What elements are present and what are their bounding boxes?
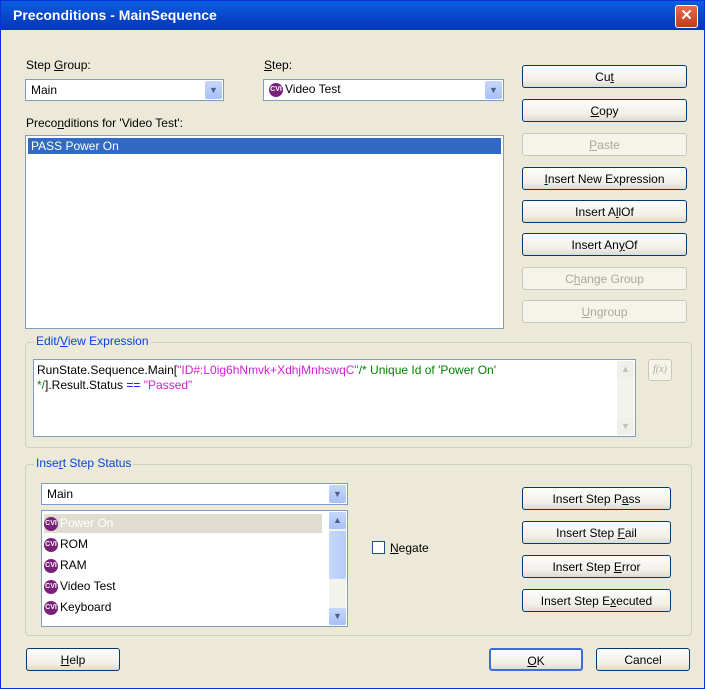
step-list-item[interactable]: CVI RAM — [44, 556, 322, 575]
edit-view-expression-label: Edit/View Expression — [34, 334, 151, 348]
insert-allof-button[interactable]: Insert AllOf — [522, 200, 687, 223]
cvi-step-icon: CVI — [44, 537, 58, 552]
insert-step-executed-button[interactable]: Insert Step Executed — [522, 589, 671, 612]
cvi-step-icon: CVI — [44, 558, 58, 573]
expression-text[interactable]: RunState.Sequence.Main["ID#:L0ig6hNmvk+X… — [37, 363, 612, 393]
preconditions-label: Preconditions for 'Video Test': — [26, 116, 183, 130]
close-icon: ✕ — [680, 7, 693, 24]
scroll-down-icon[interactable]: ▼ — [617, 418, 634, 435]
insert-anyof-button[interactable]: Insert AnyOf — [522, 233, 687, 256]
chevron-down-icon[interactable]: ▼ — [329, 485, 346, 503]
step-group-label: Step Group: — [26, 58, 91, 72]
scroll-thumb[interactable] — [329, 531, 346, 579]
help-button[interactable]: Help — [26, 648, 120, 671]
expression-scrollbar[interactable]: ▲ ▼ — [617, 361, 634, 435]
negate-label[interactable]: Negate — [390, 541, 429, 555]
step-list-item[interactable]: CVI ROM — [44, 535, 322, 554]
step-dropdown[interactable]: CVI Video Test ▼ — [263, 79, 504, 101]
step-list-item-label: Power On — [60, 516, 114, 530]
cut-button[interactable]: Cut — [522, 65, 687, 88]
step-list-item[interactable]: CVI Power On — [44, 514, 322, 533]
cancel-button[interactable]: Cancel — [596, 648, 690, 671]
step-list-item-label: Video Test — [60, 579, 116, 593]
step-list-item-label: ROM — [60, 537, 88, 551]
chevron-down-icon[interactable]: ▼ — [485, 81, 502, 99]
close-button[interactable]: ✕ — [675, 5, 698, 28]
scroll-up-icon[interactable]: ▲ — [329, 512, 346, 529]
step-group-dropdown[interactable]: Main ▼ — [25, 79, 224, 101]
scroll-up-icon[interactable]: ▲ — [617, 361, 634, 378]
window-title: Preconditions - MainSequence — [13, 7, 217, 23]
step-status-group-value: Main — [47, 487, 74, 501]
step-group-value: Main — [31, 83, 58, 97]
step-list-item[interactable]: CVI Keyboard — [44, 598, 322, 617]
ungroup-button[interactable]: Ungroup — [522, 300, 687, 323]
preconditions-dialog: Preconditions - MainSequence ✕ Step Grou… — [0, 0, 705, 689]
cvi-step-icon: CVI — [44, 579, 58, 594]
step-list-item-label: Keyboard — [60, 600, 112, 614]
fx-icon: f(x) — [653, 364, 667, 375]
cvi-step-icon: CVI — [269, 82, 283, 97]
insert-step-fail-button[interactable]: Insert Step Fail — [522, 521, 671, 544]
title-bar[interactable]: Preconditions - MainSequence ✕ — [1, 1, 704, 30]
copy-button[interactable]: Copy — [522, 99, 687, 122]
change-group-button[interactable]: Change Group — [522, 267, 687, 290]
step-list-scrollbar[interactable]: ▲ ▼ — [329, 512, 346, 625]
chevron-down-icon[interactable]: ▼ — [205, 81, 222, 99]
function-browser-button[interactable]: f(x) — [648, 359, 672, 381]
step-list-item-label: RAM — [60, 558, 87, 572]
expression-editor[interactable]: RunState.Sequence.Main["ID#:L0ig6hNmvk+X… — [33, 359, 636, 437]
step-value: Video Test — [285, 82, 341, 96]
precondition-item[interactable]: PASS Power On — [28, 138, 501, 154]
step-list-item[interactable]: CVI Video Test — [44, 577, 322, 596]
insert-step-error-button[interactable]: Insert Step Error — [522, 555, 671, 578]
cvi-step-icon: CVI — [44, 600, 58, 615]
cvi-step-icon: CVI — [44, 516, 58, 531]
paste-button[interactable]: Paste — [522, 133, 687, 156]
ok-button[interactable]: OK — [489, 648, 583, 671]
step-label: Step: — [264, 58, 293, 72]
insert-step-pass-button[interactable]: Insert Step Pass — [522, 487, 671, 510]
step-status-list[interactable]: CVI Power On CVI ROM CVI RAM CVI Video Test CVI K… — [41, 510, 348, 627]
step-status-group-dropdown[interactable]: Main ▼ — [41, 483, 348, 505]
negate-checkbox[interactable] — [372, 541, 385, 554]
preconditions-list[interactable]: PASS Power On — [25, 135, 504, 329]
insert-new-expression-button[interactable]: Insert New Expression — [522, 167, 687, 190]
scroll-down-icon[interactable]: ▼ — [329, 608, 346, 625]
insert-step-status-label: Insert Step Status — [34, 456, 134, 470]
